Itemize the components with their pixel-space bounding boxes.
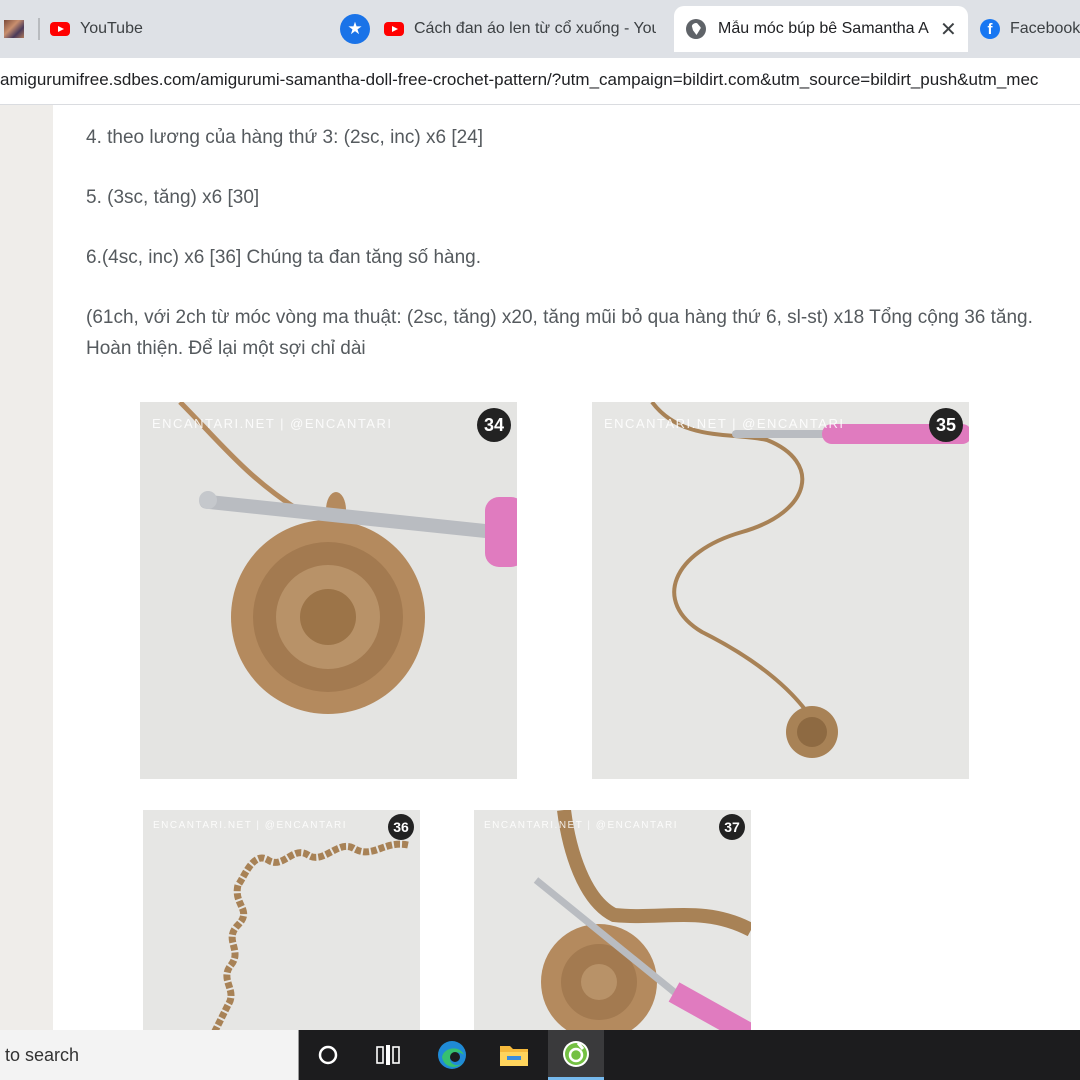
close-tab-icon[interactable]: ✕ <box>940 17 957 42</box>
youtube-icon <box>50 22 70 36</box>
url-text[interactable]: amigurumifree.sdbes.com/amigurumi-samant… <box>0 70 1038 90</box>
pattern-step: 5. (3sc, tăng) x6 [30] <box>86 187 260 208</box>
tab-strip: YouTube ★ Cách đan áo len từ cổ xuống - … <box>0 0 1080 58</box>
step-photo-35: ENCANTARI.NET | @ENCANTARI 35 <box>592 402 969 779</box>
address-bar[interactable]: amigurumifree.sdbes.com/amigurumi-samant… <box>0 58 1080 105</box>
taskbar-search-input[interactable]: to search <box>0 1030 299 1080</box>
tab-separator <box>38 18 40 40</box>
star-icon[interactable]: ★ <box>340 14 370 44</box>
step-number-badge: 37 <box>719 814 745 840</box>
tab-youtube[interactable]: YouTube <box>50 8 330 50</box>
tab-pinned[interactable] <box>4 8 34 50</box>
pattern-step: 6.(4sc, inc) x6 [36] Chúng ta đan tăng s… <box>86 247 482 268</box>
step-number-badge: 36 <box>388 814 414 840</box>
tab-knitting-video[interactable]: ★ Cách đan áo len từ cổ xuống - You <box>340 8 660 50</box>
cortana-icon[interactable] <box>300 1030 356 1080</box>
tab-samantha-active[interactable]: Mẫu móc búp bê Samantha A ✕ <box>674 6 968 52</box>
step-number-badge: 35 <box>929 408 963 442</box>
task-view-icon[interactable] <box>360 1030 416 1080</box>
facebook-icon: f <box>980 19 1000 39</box>
step-photo-36: ENCANTARI.NET | @ENCANTARI 36 <box>143 810 420 1030</box>
app-icon[interactable] <box>548 1030 604 1080</box>
tab-title: YouTube <box>80 20 143 37</box>
article-content: 4. theo lương của hàng thứ 3: (2sc, inc)… <box>53 105 1080 1030</box>
tab-facebook[interactable]: f Facebook <box>980 8 1080 50</box>
watermark: ENCANTARI.NET | @ENCANTARI <box>604 416 845 431</box>
search-placeholder: to search <box>5 1044 80 1065</box>
pattern-step: (61ch, với 2ch từ móc vòng ma thuật: (2s… <box>86 307 1033 359</box>
globe-icon <box>686 19 706 39</box>
watermark: ENCANTARI.NET | @ENCANTARI <box>152 416 393 431</box>
youtube-icon <box>384 22 404 36</box>
step-number-badge: 34 <box>477 408 511 442</box>
tab-title: Facebook <box>1010 20 1080 37</box>
edge-icon[interactable] <box>424 1030 480 1080</box>
tab-title: Cách đan áo len từ cổ xuống - You <box>414 20 656 37</box>
step-photo-34: ENCANTARI.NET | @ENCANTARI 34 <box>140 402 517 779</box>
step-photo-37: ENCANTARI.NET | @ENCANTARI 37 <box>474 810 751 1030</box>
pattern-step: 4. theo lương của hàng thứ 3: (2sc, inc)… <box>86 127 484 148</box>
tab-title: Mẫu móc búp bê Samantha A <box>718 20 929 37</box>
watermark: ENCANTARI.NET | @ENCANTARI <box>484 820 678 831</box>
windows-taskbar: to search <box>0 1030 1080 1080</box>
file-explorer-icon[interactable] <box>486 1030 542 1080</box>
image-favicon-icon <box>4 20 24 38</box>
watermark: ENCANTARI.NET | @ENCANTARI <box>153 820 347 831</box>
